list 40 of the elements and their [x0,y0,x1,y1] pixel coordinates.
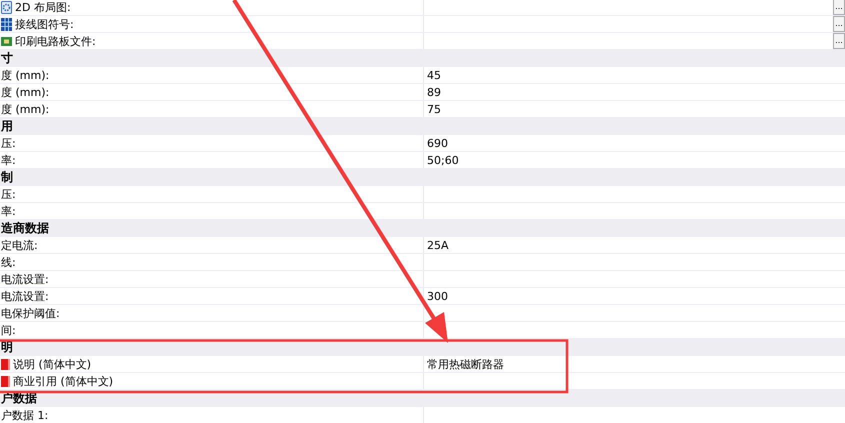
section-header[interactable]: 用 [1,120,13,132]
browse-button[interactable]: ... [833,0,845,15]
browse-button[interactable]: ... [833,16,845,32]
book-icon [1,358,10,370]
property-label: 户数据 1: [1,410,48,420]
property-value[interactable]: 45 [427,70,441,80]
property-label: 线: [1,256,16,268]
property-value[interactable]: 75 [427,104,441,114]
property-value[interactable]: 50;60 [427,154,459,166]
property-label: 2D 布局图: [15,2,71,12]
section-header[interactable]: 明 [1,341,13,353]
grid-icon [1,18,12,30]
property-value[interactable]: 常用热磁断路器 [427,358,504,370]
gear-icon [1,0,12,14]
property-label: 接线图符号: [15,18,74,30]
property-label: 度 (mm): [1,104,50,114]
property-label: 间: [1,324,16,336]
property-value[interactable]: 300 [427,290,448,302]
section-header[interactable]: 寸 [1,52,13,64]
browse-button[interactable]: ... [833,33,845,49]
property-label: 压: [1,188,16,200]
property-label: 压: [1,138,16,148]
property-label: 度 (mm): [1,86,50,98]
property-label: 印刷电路板文件: [15,36,96,46]
property-value[interactable]: 25A [427,240,449,250]
section-header[interactable]: 制 [1,171,13,183]
property-label: 率: [1,154,16,166]
property-label: 度 (mm): [1,70,50,80]
property-label: 定电流: [1,240,38,250]
property-label: 率: [1,206,16,216]
property-label: 电保护阈值: [1,308,60,318]
property-value[interactable]: 690 [427,138,448,148]
section-header[interactable]: 造商数据 [1,222,49,234]
book-icon [1,376,10,386]
property-label: 电流设置: [1,274,49,284]
property-label: 电流设置: [1,290,49,302]
property-label: 商业引用 (简体中文) [13,376,114,386]
property-value[interactable]: 89 [427,86,441,98]
property-label: 说明 (简体中文) [13,358,92,370]
circuit-board-icon [1,36,12,46]
